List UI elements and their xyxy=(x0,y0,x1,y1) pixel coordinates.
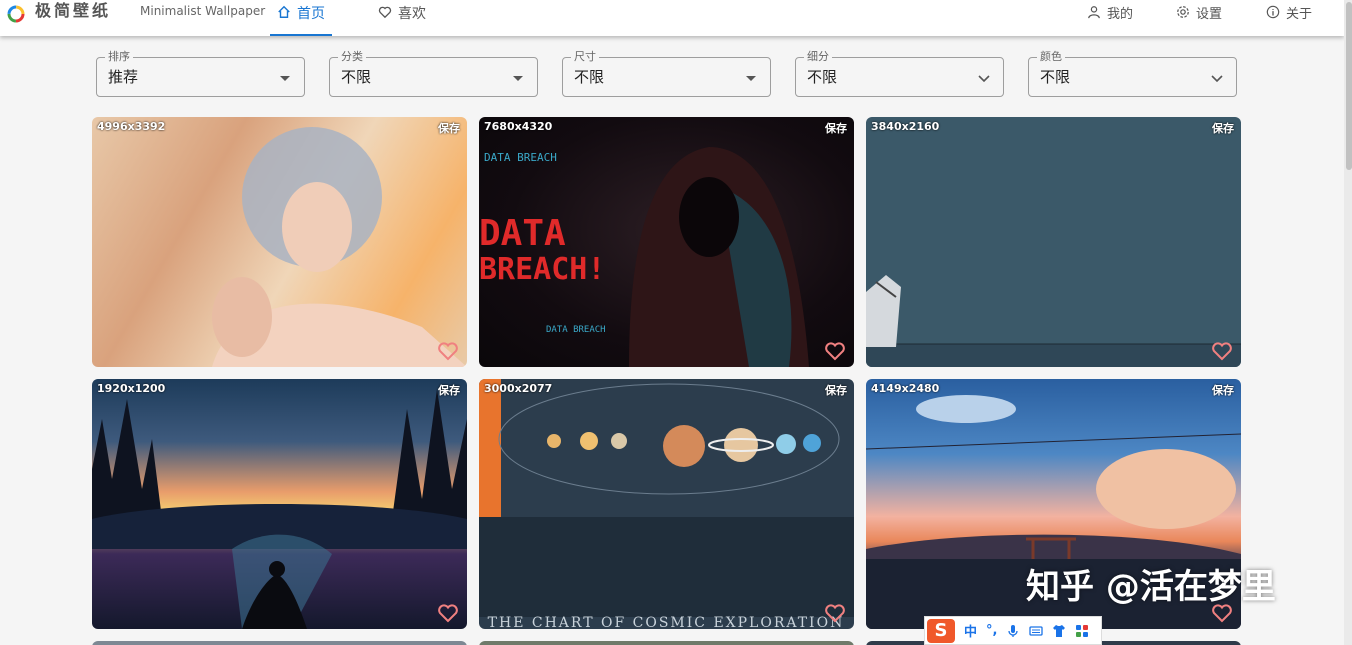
wallpaper-image xyxy=(212,127,467,367)
wallpaper-resolution: 1920x1200 xyxy=(97,382,166,395)
filter-label: 颜色 xyxy=(1037,50,1065,64)
heart-icon[interactable] xyxy=(1211,341,1233,361)
nav-home[interactable]: 首页 xyxy=(270,0,332,36)
save-button[interactable]: 保存 xyxy=(1212,382,1234,398)
wallpaper-image xyxy=(92,389,467,629)
wallpaper-card[interactable]: DATA BREACH DATA BREACH DATA BREACH! 768… xyxy=(479,117,854,367)
nav-about-label: 关于 xyxy=(1286,7,1313,22)
filter-value: 不限 xyxy=(1040,68,1071,86)
watermark: 知乎 @活在梦里 xyxy=(1026,567,1276,607)
filter-label: 尺寸 xyxy=(571,50,599,64)
filter-category[interactable]: 分类 不限 xyxy=(329,50,538,97)
info-icon xyxy=(1266,5,1280,19)
heart-icon[interactable] xyxy=(824,341,846,361)
filter-subcategory[interactable]: 细分 不限 xyxy=(795,50,1004,97)
wallpaper-resolution: 4149x2480 xyxy=(871,382,940,395)
heart-icon[interactable] xyxy=(437,603,459,623)
scrollbar-thumb[interactable] xyxy=(1346,2,1352,170)
filter-color[interactable]: 颜色 不限 xyxy=(1028,50,1237,97)
nav-favorites-label: 喜欢 xyxy=(398,6,426,22)
caret-down-icon xyxy=(513,76,523,81)
ime-toolbar[interactable]: S 中 °, xyxy=(924,616,1102,645)
gear-icon xyxy=(1177,6,1189,18)
ime-logo[interactable]: S xyxy=(927,618,955,643)
filter-label: 细分 xyxy=(804,50,832,64)
nav-settings[interactable]: 设置 xyxy=(1176,0,1222,36)
heart-icon[interactable] xyxy=(824,603,846,623)
wallpaper-resolution: 3000x2077 xyxy=(484,382,553,395)
wallpaper-card[interactable]: 1920x1200 保存 xyxy=(92,379,467,629)
nav-mine-label: 我的 xyxy=(1107,7,1134,22)
save-button[interactable]: 保存 xyxy=(438,120,460,136)
toolbox-icon[interactable] xyxy=(1075,624,1089,638)
filter-value: 不限 xyxy=(341,68,372,86)
user-icon xyxy=(1088,6,1100,19)
chevron-down-icon xyxy=(978,75,990,83)
app-logo-icon xyxy=(7,5,25,23)
home-icon xyxy=(278,5,290,18)
filter-value: 推荐 xyxy=(108,68,139,86)
save-button[interactable]: 保存 xyxy=(825,120,847,136)
nav-mine[interactable]: 我的 xyxy=(1087,0,1133,36)
skin-icon[interactable] xyxy=(1052,624,1066,638)
wallpaper-text: BREACH! xyxy=(479,252,605,287)
wallpaper-caption: THE CHART OF COSMIC EXPLORATION xyxy=(488,615,845,629)
wallpaper-text: DATA xyxy=(479,213,566,254)
wallpaper-resolution: 7680x4320 xyxy=(484,120,553,133)
microphone-icon[interactable] xyxy=(1006,624,1020,638)
app-subtitle: Minimalist Wallpaper xyxy=(140,4,266,18)
wallpaper-image: THE CHART OF COSMIC EXPLORATION xyxy=(479,379,854,629)
heart-icon[interactable] xyxy=(437,341,459,361)
filter-sort[interactable]: 排序 推荐 xyxy=(96,50,305,97)
wallpaper-text: DATA BREACH xyxy=(546,325,606,335)
wallpaper-card[interactable]: 4996x3392 保存 xyxy=(92,117,467,367)
save-button[interactable]: 保存 xyxy=(438,382,460,398)
ime-punctuation[interactable]: °, xyxy=(986,623,997,638)
wallpaper-resolution: 4996x3392 xyxy=(97,120,166,133)
filter-value: 不限 xyxy=(807,68,838,86)
save-button[interactable]: 保存 xyxy=(1212,120,1234,136)
filter-label: 排序 xyxy=(105,50,133,64)
filter-value: 不限 xyxy=(574,68,605,86)
nav-favorites[interactable]: 喜欢 xyxy=(378,0,426,36)
heart-icon xyxy=(378,6,392,19)
nav-settings-label: 设置 xyxy=(1196,7,1223,22)
top-bar: 极简壁纸 Minimalist Wallpaper 首页 喜欢 我的 设置 关于 xyxy=(0,0,1344,36)
keyboard-icon[interactable] xyxy=(1029,624,1044,638)
save-button[interactable]: 保存 xyxy=(825,382,847,398)
wallpaper-text: DATA BREACH xyxy=(484,151,557,164)
wallpaper-card-partial[interactable] xyxy=(479,641,854,645)
nav-home-label: 首页 xyxy=(297,6,325,22)
wallpaper-card[interactable]: 3840x2160 保存 xyxy=(866,117,1241,367)
wallpaper-resolution: 3840x2160 xyxy=(871,120,940,133)
filter-size[interactable]: 尺寸 不限 xyxy=(562,50,771,97)
wallpaper-image: DATA BREACH DATA BREACH DATA BREACH! xyxy=(479,147,809,367)
caret-down-icon xyxy=(746,76,756,81)
caret-down-icon xyxy=(280,76,290,81)
app-title: 极简壁纸 xyxy=(35,1,112,20)
ime-mode[interactable]: 中 xyxy=(964,621,977,640)
wallpaper-image xyxy=(866,275,1241,367)
nav-about[interactable]: 关于 xyxy=(1266,0,1312,36)
wallpaper-card[interactable]: THE CHART OF COSMIC EXPLORATION 3000x207… xyxy=(479,379,854,629)
chevron-down-icon xyxy=(1211,75,1223,83)
filter-label: 分类 xyxy=(338,50,366,64)
wallpaper-card-partial[interactable] xyxy=(92,641,467,645)
